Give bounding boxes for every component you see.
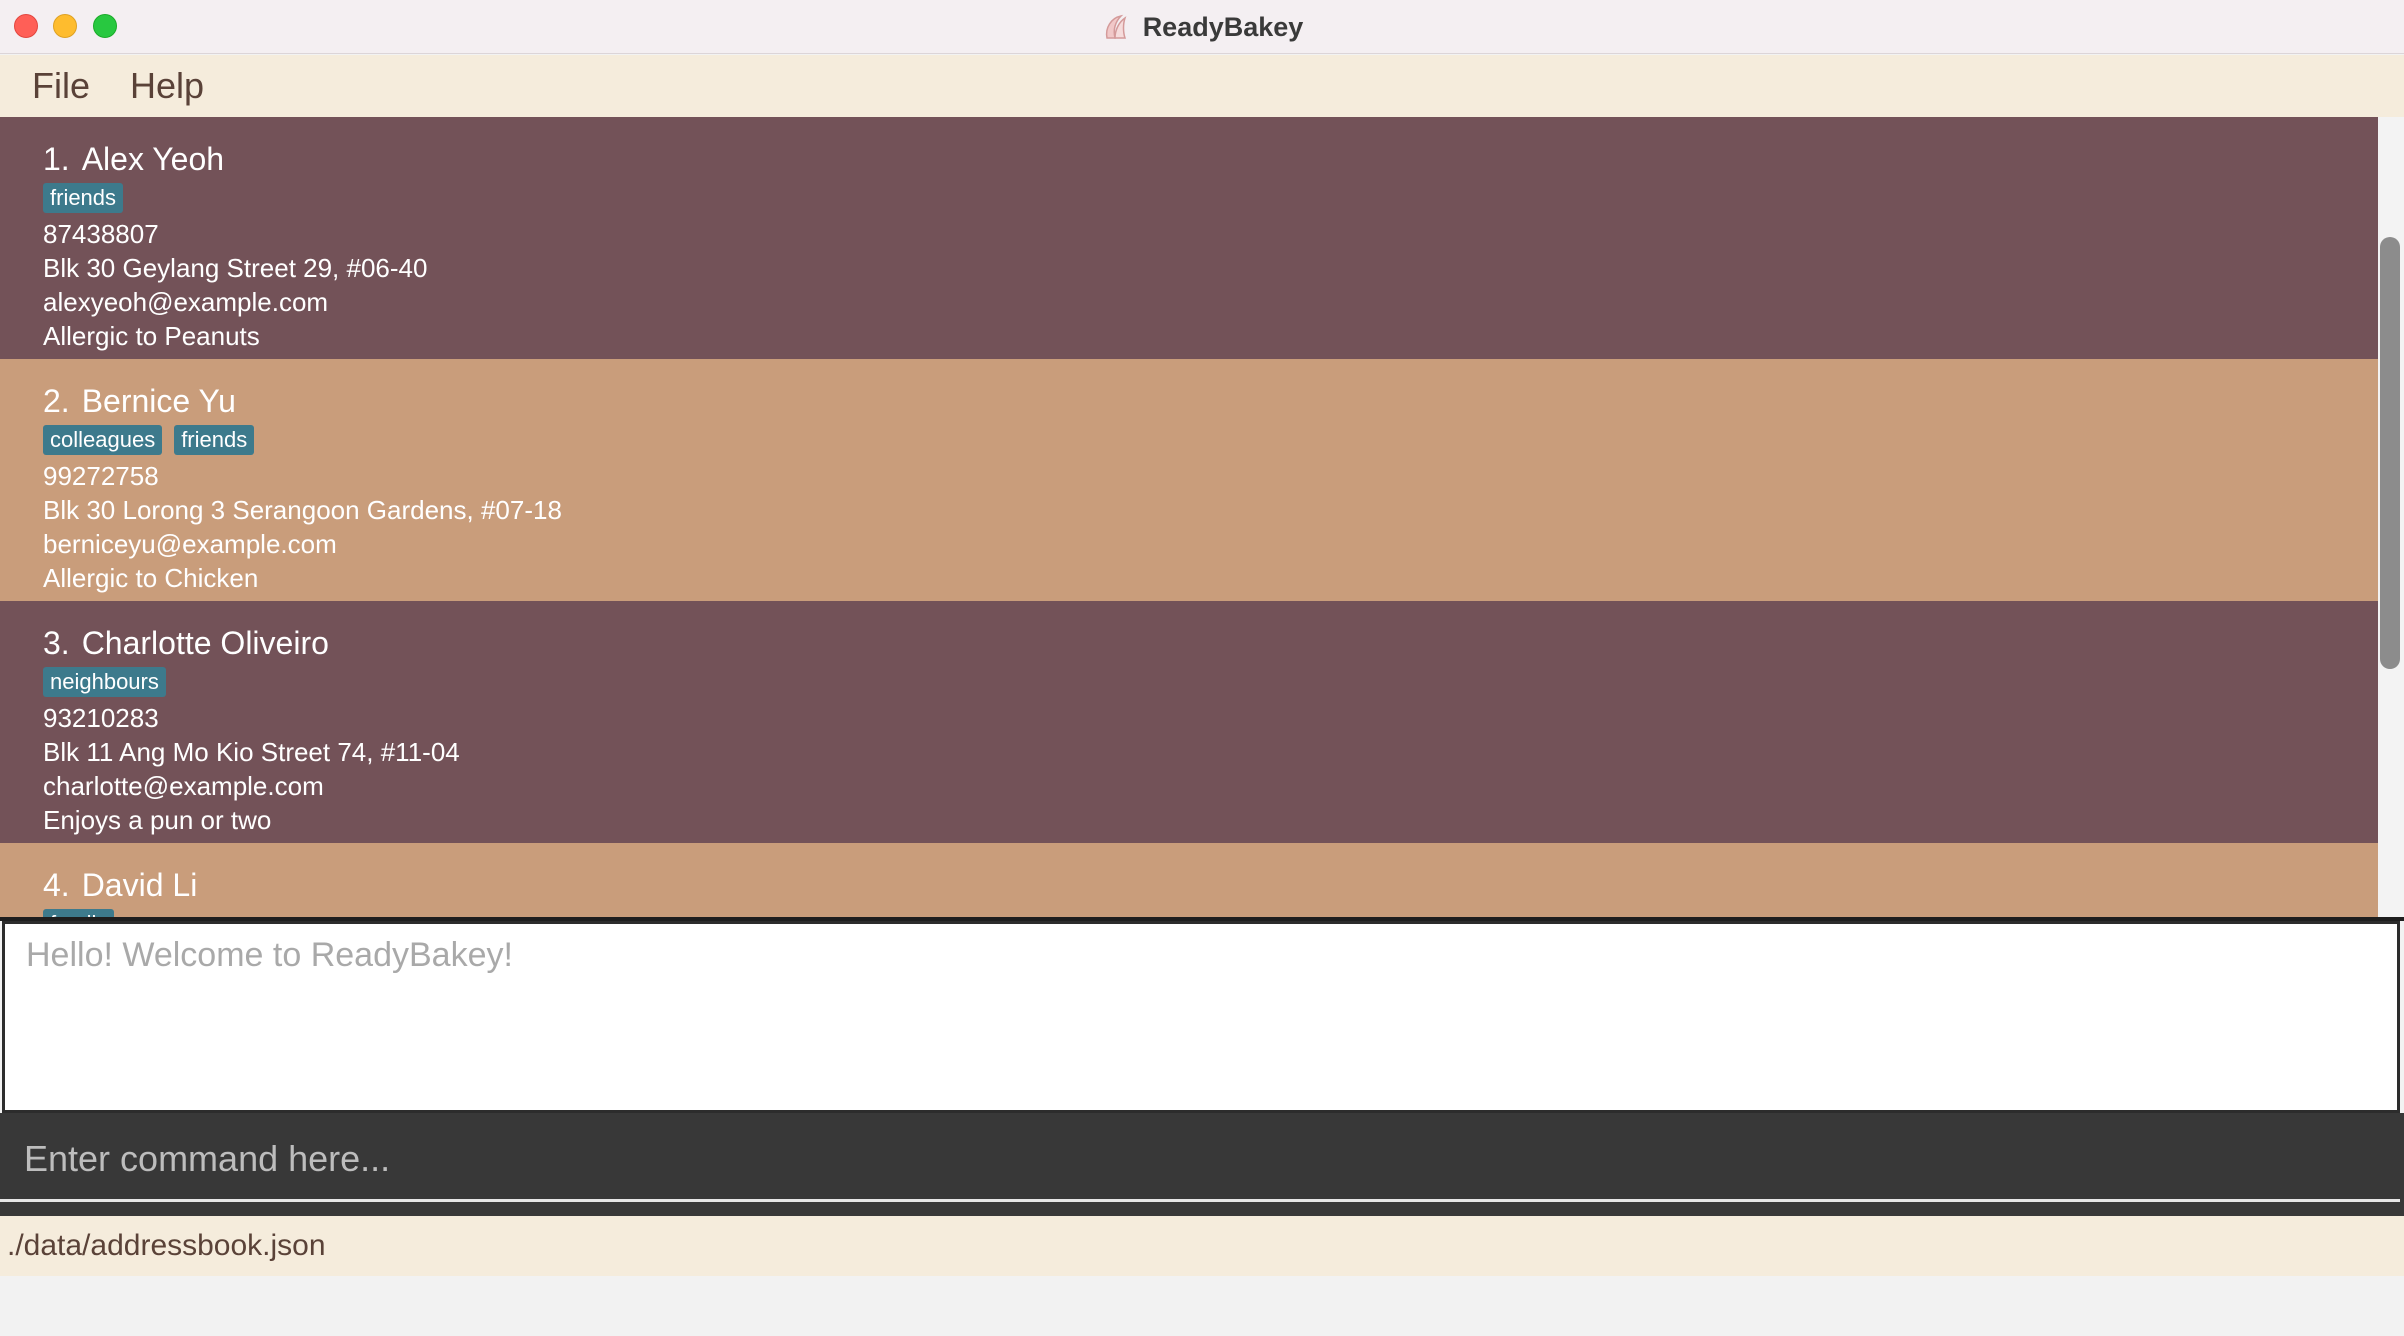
- tag-list: neighbours: [43, 667, 2378, 697]
- command-input[interactable]: [0, 1118, 2400, 1202]
- person-name: Charlotte Oliveiro: [81, 625, 329, 661]
- person-phone: 99272758: [43, 461, 159, 491]
- person-phone: 87438807: [43, 219, 159, 249]
- person-email: alexyeoh@example.com: [43, 287, 329, 317]
- tag-badge: friends: [174, 425, 255, 455]
- person-email: charlotte@example.com: [43, 771, 324, 801]
- person-index: 4.: [43, 867, 70, 903]
- list-scrollbar-thumb[interactable]: [2380, 237, 2400, 669]
- tag-list: family: [43, 909, 2378, 917]
- app-logo-icon: [1105, 14, 1127, 39]
- person-index: 2.: [43, 383, 70, 419]
- person-name: Alex Yeoh: [81, 141, 225, 177]
- status-bar: ./data/addressbook.json: [0, 1216, 2404, 1276]
- person-address: Blk 30 Lorong 3 Serangoon Gardens, #07-1…: [43, 495, 562, 525]
- person-name-row: 3. Charlotte Oliveiro: [43, 623, 2378, 663]
- person-address: Blk 30 Geylang Street 29, #06-40: [43, 253, 428, 283]
- person-phone: 93210283: [43, 703, 159, 733]
- tag-list: friends: [43, 183, 2378, 213]
- window-title: ReadyBakey: [1142, 11, 1304, 42]
- menu-bar: File Help: [0, 55, 2404, 117]
- person-name-row: 4. David Li: [43, 865, 2378, 905]
- person-card[interactable]: 2. Bernice Yu colleagues friends 99272758…: [0, 359, 2378, 601]
- person-note: Allergic to Peanuts: [43, 321, 260, 351]
- save-file-path: ./data/addressbook.json: [7, 1229, 326, 1262]
- tag-badge: colleagues: [43, 425, 163, 455]
- tag-badge: neighbours: [43, 667, 166, 697]
- person-note: Enjoys a pun or two: [43, 805, 272, 835]
- person-card[interactable]: 3. Charlotte Oliveiro neighbours 93210283…: [0, 601, 2378, 843]
- person-index: 1.: [43, 141, 70, 177]
- person-card[interactable]: 4. David Li family: [0, 843, 2378, 917]
- person-list[interactable]: 1. Alex Yeoh friends 87438807 Blk 30 Geyl…: [0, 117, 2404, 917]
- title-bar: ReadyBakey: [0, 0, 2404, 54]
- person-name-row: 2. Bernice Yu: [43, 381, 2378, 421]
- menu-help[interactable]: Help: [130, 65, 204, 107]
- tag-badge: friends: [43, 183, 124, 213]
- person-index: 3.: [43, 625, 70, 661]
- window-title-wrap: ReadyBakey: [0, 0, 2404, 54]
- tag-list: colleagues friends: [43, 425, 2378, 455]
- person-name-row: 1. Alex Yeoh: [43, 139, 2378, 179]
- person-name: Bernice Yu: [81, 383, 236, 419]
- result-text: Hello! Welcome to ReadyBakey!: [26, 936, 513, 974]
- person-name: David Li: [81, 867, 198, 903]
- person-email: berniceyu@example.com: [43, 529, 337, 559]
- tag-badge: family: [43, 909, 115, 917]
- result-display: Hello! Welcome to ReadyBakey!: [2, 921, 2400, 1113]
- person-card[interactable]: 1. Alex Yeoh friends 87438807 Blk 30 Geyl…: [0, 117, 2378, 359]
- person-note: Allergic to Chicken: [43, 563, 259, 593]
- list-scrollbar-track[interactable]: [2378, 117, 2404, 917]
- menu-file[interactable]: File: [32, 65, 90, 107]
- person-address: Blk 11 Ang Mo Kio Street 74, #11-04: [43, 737, 460, 767]
